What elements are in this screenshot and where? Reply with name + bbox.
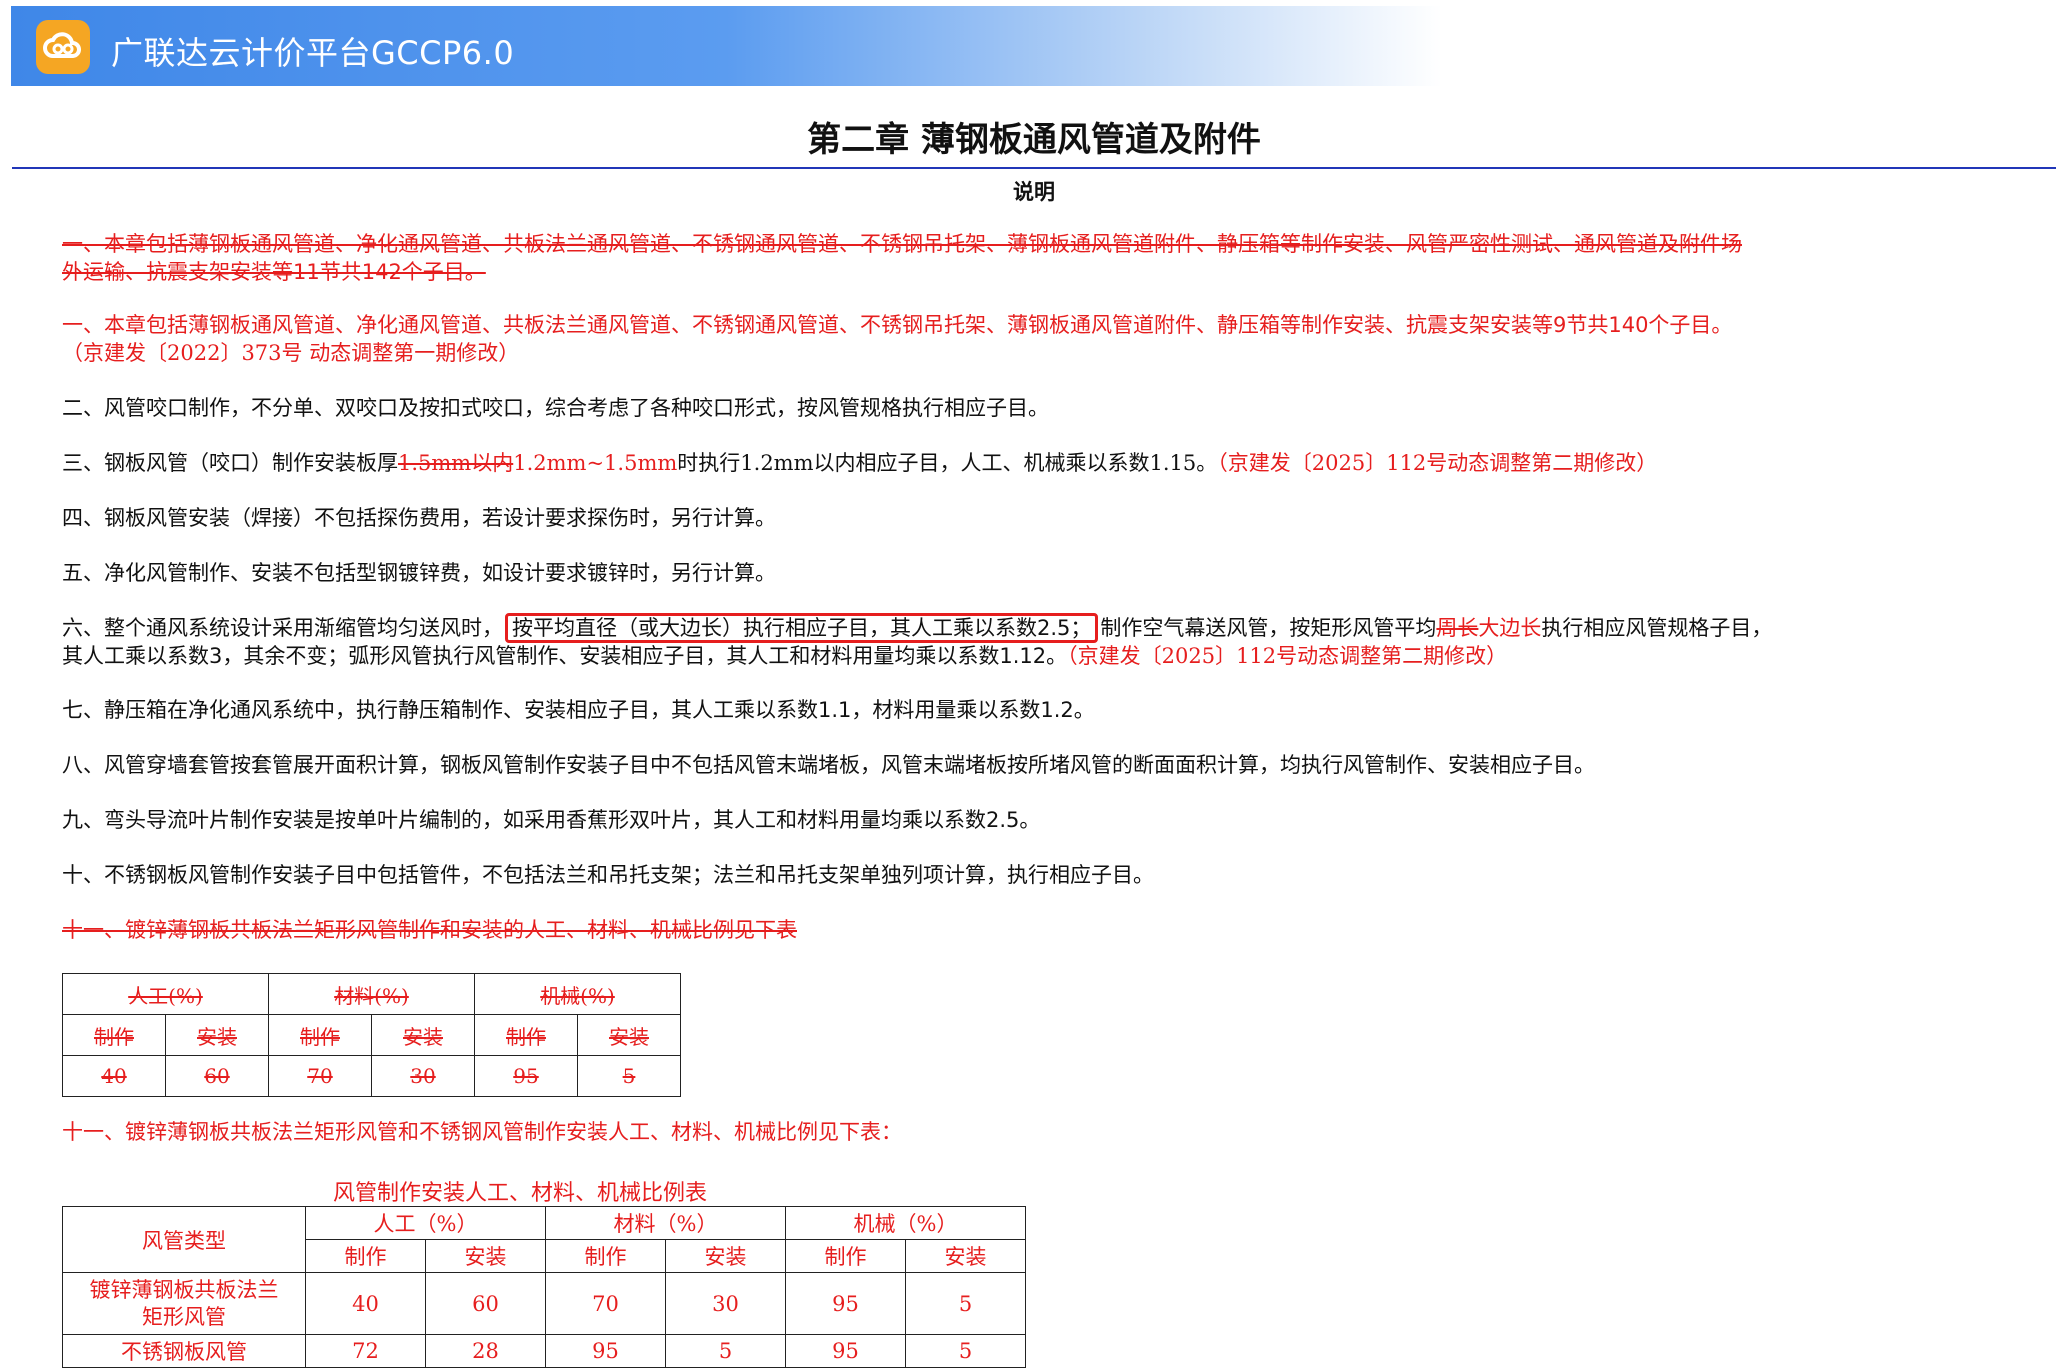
deleted-paragraph-11: 十一、镀锌薄钢板共板法兰矩形风管制作和安装的人工、材料、机械比例见下表 [62,918,797,942]
table-sub-header: 安装 [905,1239,1026,1273]
section-subtitle: 说明 [1013,180,1055,204]
table-sub-header: 安装 [371,1014,475,1056]
table-cell: 70 [268,1055,372,1097]
table-cell: 95 [545,1334,666,1368]
revised-text: 一、本章包括薄钢板通风管道、净化通风管道、共板法兰通风管道、不锈钢通风管道、不锈… [62,313,1733,337]
revision-note: （京建发〔2025〕112号动态调整第二期修改） [1067,644,1508,668]
table-sub-header: 制作 [545,1239,666,1273]
table-cell: 40 [305,1272,426,1335]
revised-value: 大边长 [1478,616,1542,640]
table-cell: 28 [425,1334,546,1368]
page-title: 第二章 薄钢板通风管道及附件 [807,120,1261,160]
table-sub-header: 安装 [577,1014,681,1056]
table-row-label: 镀锌薄钢板共板法兰 矩形风管 [62,1272,306,1335]
table-cell: 5 [905,1334,1026,1368]
deleted-value: 周长 [1436,616,1479,640]
paragraph-9: 九、弯头导流叶片制作安装是按单叶片编制的，如采用香蕉形双叶片，其人工和材料用量均… [62,808,1041,832]
title-divider [12,167,2056,169]
paragraph-11: 十一、镀锌薄钢板共板法兰矩形风管和不锈钢风管制作安装人工、材料、机械比例见下表： [62,1120,902,1144]
table-sub-header: 制作 [62,1014,166,1056]
table-cell: 95 [474,1055,578,1097]
table-group-header: 机械（%） [785,1206,1026,1240]
table-group-header: 人工（%） [305,1206,546,1240]
table-row-label-line: 矩形风管 [142,1304,226,1329]
table-group-header: 机械(%) [474,973,681,1015]
table-cell: 60 [165,1055,269,1097]
highlighted-text: 按平均直径（或大边长）执行相应子目，其人工乘以系数2.5； [505,613,1099,643]
paragraph-5: 五、净化风管制作、安装不包括型钢镀锌费，如设计要求镀锌时，另行计算。 [62,561,776,585]
revision-note: （京建发〔2022〕373号 动态调整第一期修改） [62,341,520,365]
table-sub-header: 安装 [425,1239,546,1273]
table-sub-header: 安装 [165,1014,269,1056]
table-cell: 5 [577,1055,681,1097]
table-group-header: 人工(%) [62,973,269,1015]
table-sub-header: 制作 [785,1239,906,1273]
table-row: 不锈钢板风管 72 28 95 5 95 5 [62,1334,1026,1368]
table-row: 镀锌薄钢板共板法兰 矩形风管 40 60 70 30 95 5 [62,1272,1026,1335]
table-sub-header: 安装 [665,1239,786,1273]
deleted-text-line: 外运输、抗震支架安装等11节共142个子目。 [62,260,486,284]
table-cell: 72 [305,1334,426,1368]
deleted-value: 1.5mm以内 [398,451,514,475]
paragraph-8: 八、风管穿墙套管按套管展开面积计算，钢板风管制作安装子目中不包括风管末端堵板，风… [62,753,1595,777]
paragraph-7: 七、静压箱在净化通风系统中，执行静压箱制作、安装相应子目，其人工乘以系数1.1，… [62,698,1095,722]
revised-value: 1.2mm~1.5mm [513,451,678,475]
paragraph-10: 十、不锈钢板风管制作安装子目中包括管件，不包括法兰和吊托支架；法兰和吊托支架单独… [62,863,1154,887]
table-cell: 40 [62,1055,166,1097]
table-caption: 风管制作安装人工、材料、机械比例表 [333,1181,708,1206]
cloud-logo-icon [36,20,90,74]
deleted-ratio-table: 人工(%) 材料(%) 机械(%) 制作 安装 制作 安装 制作 安装 40 6… [62,973,681,1097]
paragraph-6-text: 六、整个通风系统设计采用渐缩管均匀送风时， [62,616,503,640]
app-title: 广联达云计价平台GCCP6.0 [111,34,515,72]
table-group-header: 材料（%） [545,1206,786,1240]
table-cell: 30 [371,1055,475,1097]
paragraph-3: 三、钢板风管（咬口）制作安装板厚1.5mm以内1.2mm~1.5mm时执行1.2… [62,449,2022,477]
table-cell: 95 [785,1272,906,1335]
ratio-table: 风管类型 人工（%） 材料（%） 机械（%） 制作 安装 制作 安装 制作 安装… [62,1206,1026,1368]
paragraph-1: 一、本章包括薄钢板通风管道、净化通风管道、共板法兰通风管道、不锈钢通风管道、不锈… [62,311,2022,367]
table-sub-header: 制作 [474,1014,578,1056]
deleted-paragraph-1: 一、本章包括薄钢板通风管道、净化通风管道、共板法兰通风管道、不锈钢通风管道、不锈… [62,230,2022,286]
deleted-text-line: 一、本章包括薄钢板通风管道、净化通风管道、共板法兰通风管道、不锈钢通风管道、不锈… [62,232,1742,256]
table-cell: 70 [545,1272,666,1335]
table-sub-header: 制作 [268,1014,372,1056]
table-header-type: 风管类型 [62,1206,306,1273]
paragraph-6-text: 制作空气幕送风管，按矩形风管平均 [1100,616,1437,640]
table-cell: 60 [425,1272,546,1335]
paragraph-3-text: 时执行1.2mm以内相应子目，人工、机械乘以系数1.15。 [677,451,1218,475]
table-sub-header: 制作 [305,1239,426,1273]
table-cell: 30 [665,1272,786,1335]
table-row-label: 不锈钢板风管 [62,1334,306,1368]
table-cell: 95 [785,1334,906,1368]
app-header: 广联达云计价平台GCCP6.0 [11,6,2055,86]
revision-note: （京建发〔2025〕112号动态调整第二期修改） [1217,451,1658,475]
paragraph-2: 二、风管咬口制作，不分单、双咬口及按扣式咬口，综合考虑了各种咬口形式，按风管规格… [62,396,1049,420]
table-cell: 5 [665,1334,786,1368]
paragraph-4: 四、钢板风管安装（焊接）不包括探伤费用，若设计要求探伤时，另行计算。 [62,506,776,530]
table-row-label-line: 镀锌薄钢板共板法兰 [89,1277,279,1302]
paragraph-6: 六、整个通风系统设计采用渐缩管均匀送风时， 按平均直径（或大边长）执行相应子目，其… [62,613,2022,670]
table-group-header: 材料(%) [268,973,475,1015]
paragraph-6-text: 其人工乘以系数3，其余不变；弧形风管执行风管制作、安装相应子目，其人工和材料用量… [62,644,1068,668]
table-cell: 5 [905,1272,1026,1335]
paragraph-6-text: 执行相应风管规格子目， [1541,616,1773,640]
paragraph-3-text: 三、钢板风管（咬口）制作安装板厚 [62,451,398,475]
